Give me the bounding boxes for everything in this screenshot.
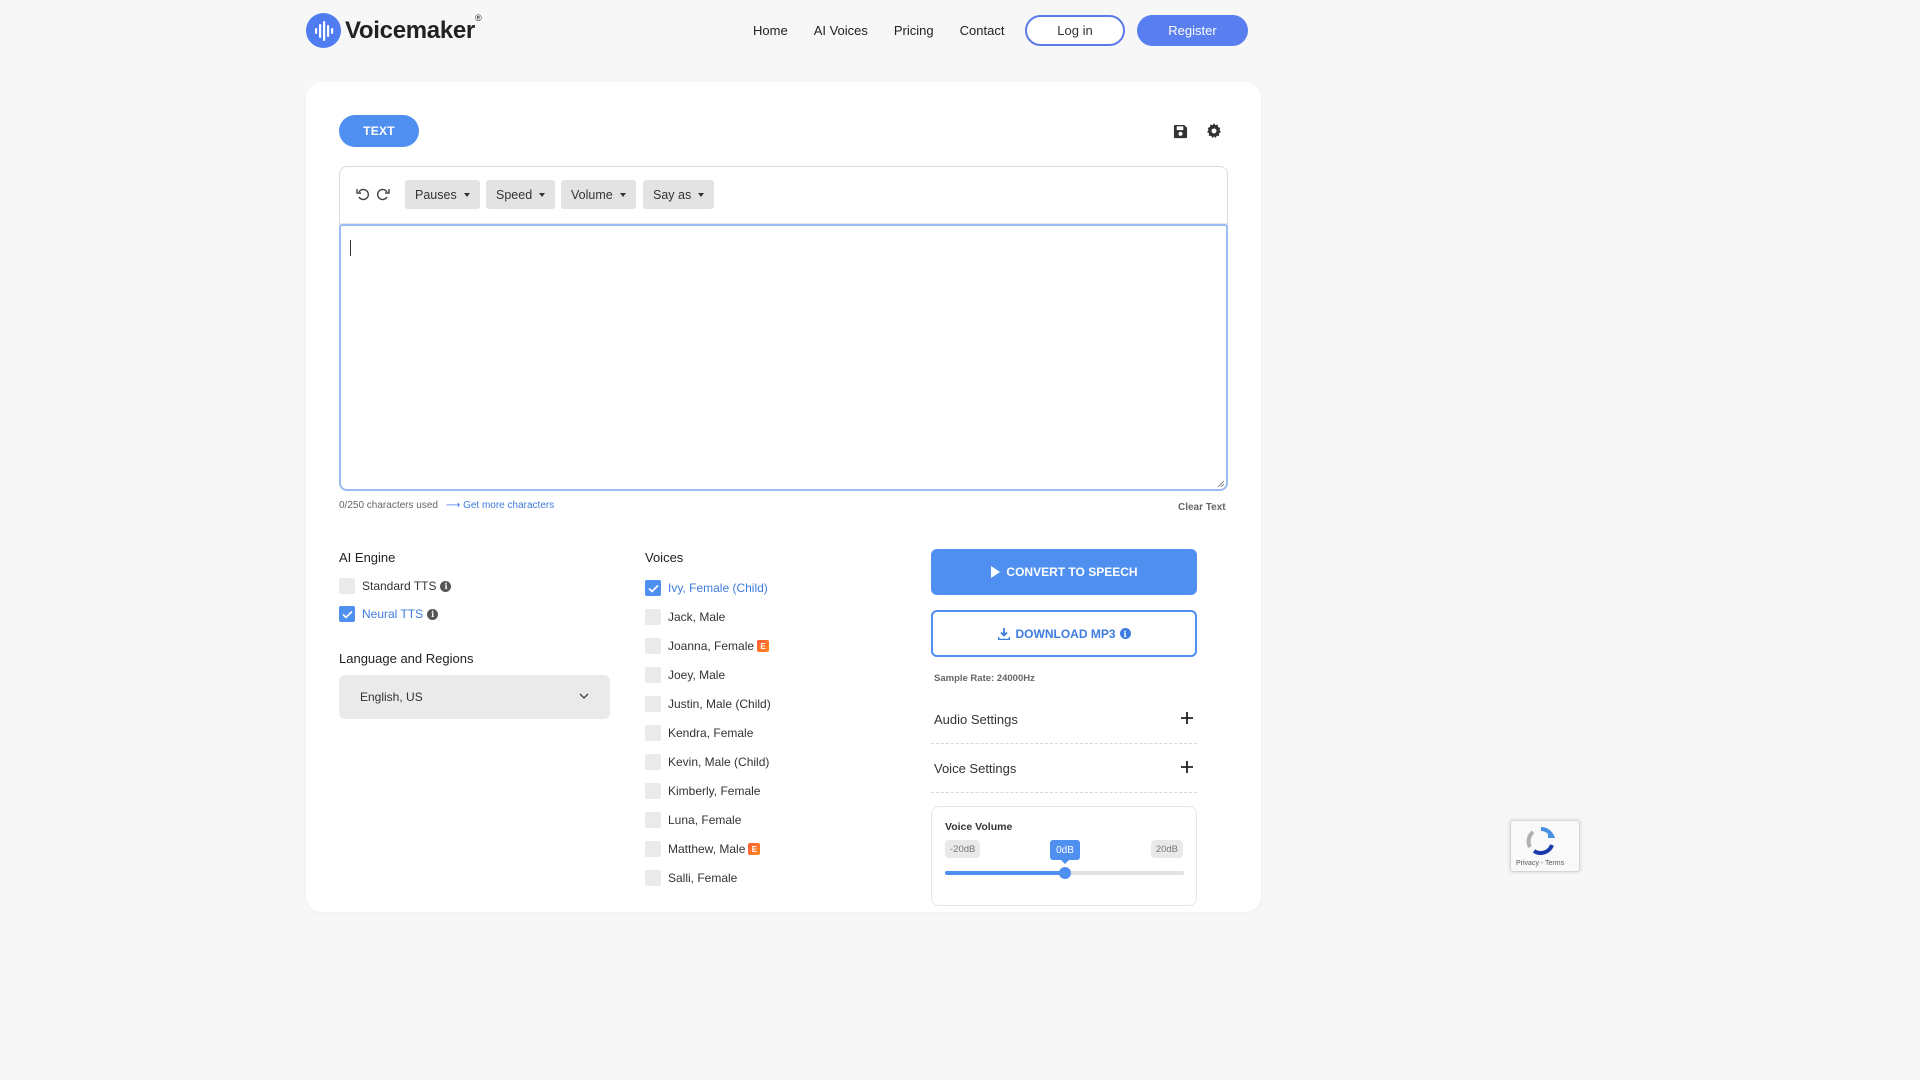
nav-home[interactable]: Home	[753, 15, 788, 46]
tab-text[interactable]: TEXT	[339, 115, 419, 147]
voice-item[interactable]: Joanna, Female E	[645, 638, 770, 654]
text-cursor	[350, 240, 351, 256]
pauses-dropdown[interactable]: Pauses	[405, 180, 480, 209]
register-button[interactable]: Register	[1137, 15, 1248, 46]
language-select[interactable]: English, US	[339, 675, 610, 719]
characters-used: 0/250 characters used ⟶ Get more characte…	[339, 500, 555, 511]
checkbox-checked[interactable]	[339, 606, 355, 622]
info-icon[interactable]: i	[1119, 628, 1131, 639]
checkbox[interactable]	[645, 696, 661, 712]
ai-engine-title: AI Engine	[339, 550, 396, 565]
voice-volume-label: Voice Volume	[945, 821, 1013, 833]
sample-rate: Sample Rate: 24000Hz	[934, 673, 1035, 684]
checkbox[interactable]	[645, 609, 661, 625]
resize-handle[interactable]	[1216, 479, 1224, 487]
voice-item[interactable]: Luna, Female	[645, 812, 741, 828]
chevron-down-icon	[579, 693, 589, 699]
get-more-characters-link[interactable]: ⟶ Get more characters	[446, 500, 554, 511]
logo-text: Voicemaker®	[345, 12, 482, 44]
voice-item[interactable]: Joey, Male	[645, 667, 725, 683]
volume-slider-track[interactable]	[945, 867, 1184, 879]
tts-card: TEXT Pauses Speed Volume Say as 0/250 ch…	[306, 82, 1261, 912]
say-as-dropdown[interactable]: Say as	[643, 180, 715, 209]
recaptcha-links[interactable]: Privacy - Terms	[1516, 860, 1564, 867]
voice-item[interactable]: Justin, Male (Child)	[645, 696, 771, 712]
voices-title: Voices	[645, 550, 684, 565]
volume-max-label: 20dB	[1150, 840, 1183, 858]
nav-pricing[interactable]: Pricing	[894, 15, 934, 46]
save-icon[interactable]	[1171, 122, 1189, 140]
voice-item[interactable]: Matthew, Male E	[645, 841, 761, 857]
recaptcha-icon	[1526, 826, 1556, 855]
redo-icon[interactable]	[376, 187, 390, 201]
site-header: Voicemaker® Home AI Voices Pricing Conta…	[0, 0, 1568, 62]
checkbox[interactable]	[645, 812, 661, 828]
volume-slider-fill	[945, 871, 1065, 875]
volume-min-label: -20dB	[945, 840, 981, 858]
convert-to-speech-button[interactable]: CONVERT TO SPEECH	[931, 549, 1197, 595]
text-input[interactable]	[339, 224, 1228, 491]
checkbox[interactable]	[645, 870, 661, 886]
checkbox-checked[interactable]	[645, 580, 661, 596]
enhanced-badge: E	[748, 843, 761, 855]
plus-icon	[1181, 761, 1193, 773]
info-icon[interactable]: i	[427, 608, 439, 620]
caret-down-icon	[463, 192, 470, 197]
voice-item[interactable]: Kevin, Male (Child)	[645, 754, 769, 770]
voice-settings-toggle[interactable]: Voice Settings	[931, 745, 1197, 793]
text-editor: Pauses Speed Volume Say as	[339, 166, 1228, 491]
language-title: Language and Regions	[339, 651, 474, 666]
voice-item[interactable]: Ivy, Female (Child)	[645, 580, 768, 596]
main-nav: Home AI Voices Pricing Contact	[740, 15, 1017, 46]
plus-icon	[1181, 712, 1193, 724]
download-mp3-button[interactable]: DOWNLOAD MP3 i	[931, 610, 1197, 657]
caret-down-icon	[698, 192, 705, 197]
checkbox[interactable]	[645, 754, 661, 770]
checkbox[interactable]	[645, 725, 661, 741]
nav-ai-voices[interactable]: AI Voices	[814, 15, 868, 46]
audio-settings-toggle[interactable]: Audio Settings	[931, 696, 1197, 744]
checkbox[interactable]	[339, 578, 355, 594]
engine-neural-tts[interactable]: Neural TTS i	[339, 606, 439, 622]
login-button[interactable]: Log in	[1025, 15, 1125, 46]
gear-icon[interactable]	[1205, 122, 1223, 140]
clear-text-button[interactable]: Clear Text	[1178, 502, 1226, 513]
voice-item[interactable]: Salli, Female	[645, 870, 737, 886]
download-icon	[997, 627, 1010, 640]
checkbox[interactable]	[645, 667, 661, 683]
volume-dropdown[interactable]: Volume	[561, 180, 636, 209]
voice-item[interactable]: Kendra, Female	[645, 725, 753, 741]
caret-down-icon	[619, 192, 626, 197]
speed-dropdown[interactable]: Speed	[486, 180, 556, 209]
recaptcha-badge[interactable]: Privacy - Terms	[1510, 820, 1580, 872]
volume-current-value: 0dB	[1050, 840, 1080, 864]
voice-volume-panel: Voice Volume -20dB 0dB 20dB	[931, 806, 1197, 906]
undo-icon[interactable]	[356, 187, 370, 201]
waveform-icon	[306, 13, 341, 48]
logo[interactable]: Voicemaker®	[306, 12, 482, 48]
volume-slider-thumb[interactable]	[1058, 867, 1071, 879]
caret-down-icon	[539, 192, 546, 197]
checkbox[interactable]	[645, 638, 661, 654]
play-icon	[991, 566, 1001, 578]
checkbox[interactable]	[645, 783, 661, 799]
enhanced-badge: E	[757, 640, 770, 652]
info-icon[interactable]: i	[440, 580, 452, 592]
voice-item[interactable]: Kimberly, Female	[645, 783, 760, 799]
editor-toolbar: Pauses Speed Volume Say as	[340, 167, 1227, 224]
engine-standard-tts[interactable]: Standard TTS i	[339, 578, 452, 594]
voice-item[interactable]: Jack, Male	[645, 609, 725, 625]
checkbox[interactable]	[645, 841, 661, 857]
nav-contact[interactable]: Contact	[960, 15, 1005, 46]
